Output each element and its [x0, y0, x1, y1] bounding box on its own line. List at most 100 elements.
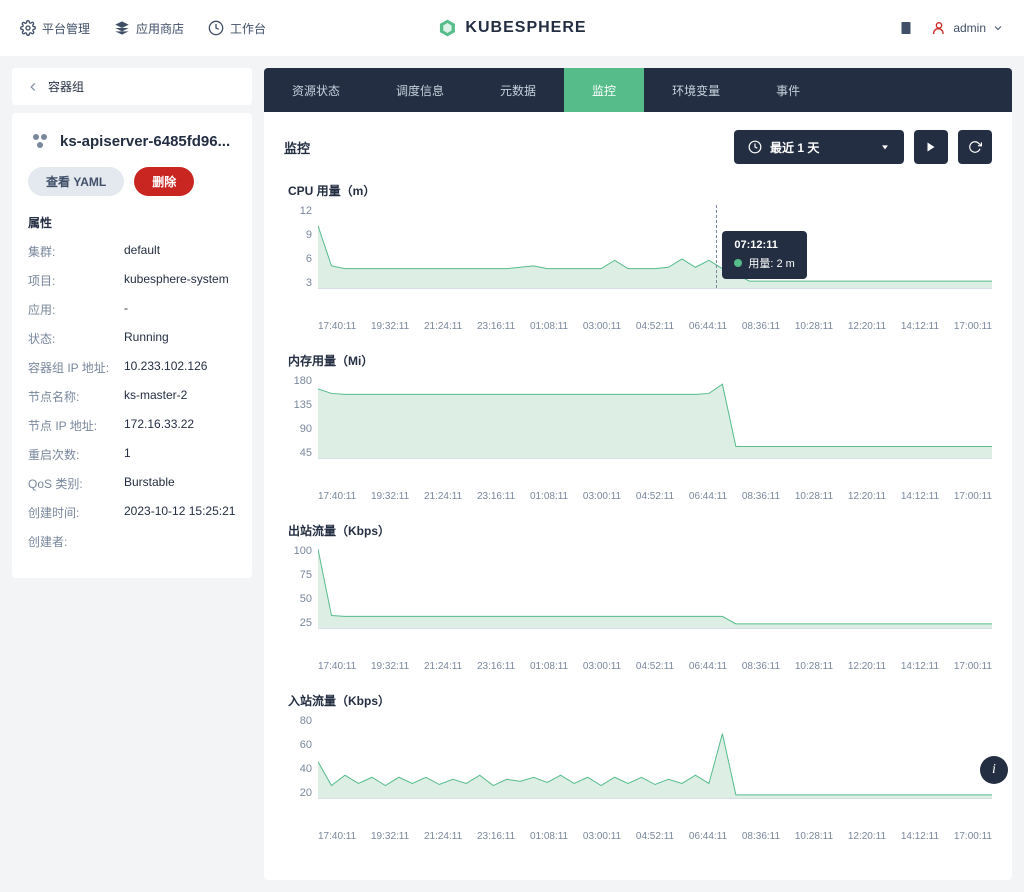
brand-logo[interactable]: KUBESPHERE	[437, 18, 586, 38]
attr-value: default	[124, 243, 236, 260]
x-tick: 17:00:11	[954, 831, 992, 842]
attrs-title: 属性	[28, 214, 236, 231]
chart-area: 80604020	[284, 715, 992, 825]
chevron-down-icon	[992, 22, 1004, 34]
layers-icon	[114, 20, 130, 36]
tab-3[interactable]: 监控	[564, 68, 644, 112]
sidebar: 容器组 ks-apiserver-6485fd96... 查看 YAML 删除 …	[12, 68, 252, 880]
brand-text: KUBESPHERE	[465, 19, 586, 37]
refresh-icon	[968, 140, 982, 154]
chart-title: CPU 用量（m）	[284, 182, 992, 199]
x-tick: 03:00:11	[583, 491, 621, 502]
pod-title-row: ks-apiserver-6485fd96...	[28, 129, 236, 153]
x-tick: 10:28:11	[795, 831, 833, 842]
attr-label: 项目:	[28, 272, 124, 289]
chart-area: 1296307:12:11用量: 2 m	[284, 205, 992, 315]
help-fab[interactable]: i	[980, 756, 1008, 784]
x-tick: 06:44:11	[689, 831, 727, 842]
y-axis: 1801359045	[284, 375, 318, 459]
panel-header: 监控 最近 1 天	[284, 130, 992, 164]
user-name: admin	[953, 21, 986, 35]
y-tick: 75	[284, 569, 312, 581]
play-icon	[925, 141, 937, 153]
x-tick: 19:32:11	[371, 831, 409, 842]
chart-block: 入站流量（Kbps）8060402017:40:1119:32:1121:24:…	[284, 692, 992, 842]
y-tick: 3	[284, 277, 312, 289]
main: 资源状态调度信息元数据监控环境变量事件 监控 最近 1 天	[264, 68, 1012, 880]
tab-1[interactable]: 调度信息	[368, 68, 472, 112]
attr-value: 172.16.33.22	[124, 417, 236, 434]
attr-value: -	[124, 301, 236, 318]
tab-4[interactable]: 环境变量	[644, 68, 748, 112]
attr-label: 重启次数:	[28, 446, 124, 463]
user-menu[interactable]: admin	[931, 20, 1004, 36]
attr-value: 10.233.102.126	[124, 359, 236, 376]
x-tick: 23:16:11	[477, 491, 515, 502]
x-tick: 14:12:11	[901, 321, 939, 332]
attr-row: 创建时间:2023-10-12 15:25:21	[28, 504, 236, 521]
nav-platform-label: 平台管理	[42, 20, 90, 37]
attr-row: QoS 类别:Burstable	[28, 475, 236, 492]
x-tick: 19:32:11	[371, 321, 409, 332]
tabs: 资源状态调度信息元数据监控环境变量事件	[264, 68, 1012, 112]
tab-2[interactable]: 元数据	[472, 68, 564, 112]
attr-label: 创建时间:	[28, 504, 124, 521]
topbar-left: 平台管理 应用商店 工作台	[20, 20, 266, 37]
y-axis: 80604020	[284, 715, 318, 799]
x-tick: 21:24:11	[424, 491, 462, 502]
breadcrumb-back[interactable]: 容器组	[12, 68, 252, 105]
x-axis: 17:40:1119:32:1121:24:1123:16:1101:08:11…	[284, 321, 992, 332]
notification-icon[interactable]	[897, 19, 915, 37]
panel-controls: 最近 1 天	[734, 130, 992, 164]
refresh-button[interactable]	[958, 130, 992, 164]
attr-label: 容器组 IP 地址:	[28, 359, 124, 376]
chart-block: CPU 用量（m）1296307:12:11用量: 2 m17:40:1119:…	[284, 182, 992, 332]
chart-plot[interactable]	[318, 715, 992, 799]
time-range-label: 最近 1 天	[770, 139, 819, 156]
view-yaml-button[interactable]: 查看 YAML	[28, 167, 124, 196]
attr-row: 项目:kubesphere-system	[28, 272, 236, 289]
x-tick: 21:24:11	[424, 661, 462, 672]
x-tick: 12:20:11	[848, 321, 886, 332]
attr-label: 节点 IP 地址:	[28, 417, 124, 434]
attr-row: 创建者:	[28, 533, 236, 550]
nav-platform[interactable]: 平台管理	[20, 20, 90, 37]
attr-value: ks-master-2	[124, 388, 236, 405]
chart-block: 内存用量（Mi）180135904517:40:1119:32:1121:24:…	[284, 352, 992, 502]
chart-plot[interactable]	[318, 375, 992, 459]
x-tick: 23:16:11	[477, 831, 515, 842]
x-tick: 17:40:11	[318, 831, 356, 842]
y-tick: 100	[284, 545, 312, 557]
attr-label: 应用:	[28, 301, 124, 318]
button-row: 查看 YAML 删除	[28, 167, 236, 196]
play-button[interactable]	[914, 130, 948, 164]
attr-value	[124, 533, 236, 550]
nav-appstore[interactable]: 应用商店	[114, 20, 184, 37]
time-range-select[interactable]: 最近 1 天	[734, 130, 904, 164]
y-tick: 25	[284, 617, 312, 629]
tab-5[interactable]: 事件	[748, 68, 828, 112]
pod-name: ks-apiserver-6485fd96...	[60, 133, 230, 150]
x-tick: 01:08:11	[530, 661, 568, 672]
x-tick: 10:28:11	[795, 491, 833, 502]
attr-row: 状态:Running	[28, 330, 236, 347]
attr-value: Burstable	[124, 475, 236, 492]
x-tick: 08:36:11	[742, 661, 780, 672]
x-tick: 21:24:11	[424, 831, 462, 842]
x-tick: 17:40:11	[318, 661, 356, 672]
y-tick: 6	[284, 253, 312, 265]
x-axis: 17:40:1119:32:1121:24:1123:16:1101:08:11…	[284, 831, 992, 842]
chart-plot[interactable]: 07:12:11用量: 2 m	[318, 205, 992, 289]
x-tick: 12:20:11	[848, 491, 886, 502]
chart-title: 内存用量（Mi）	[284, 352, 992, 369]
x-tick: 17:00:11	[954, 491, 992, 502]
nav-workbench[interactable]: 工作台	[208, 20, 266, 37]
chart-plot[interactable]	[318, 545, 992, 629]
attr-label: 创建者:	[28, 533, 124, 550]
chart-area: 100755025	[284, 545, 992, 655]
attr-row: 重启次数:1	[28, 446, 236, 463]
user-icon	[931, 20, 947, 36]
delete-button[interactable]: 删除	[134, 167, 194, 196]
tab-0[interactable]: 资源状态	[264, 68, 368, 112]
x-tick: 17:40:11	[318, 491, 356, 502]
